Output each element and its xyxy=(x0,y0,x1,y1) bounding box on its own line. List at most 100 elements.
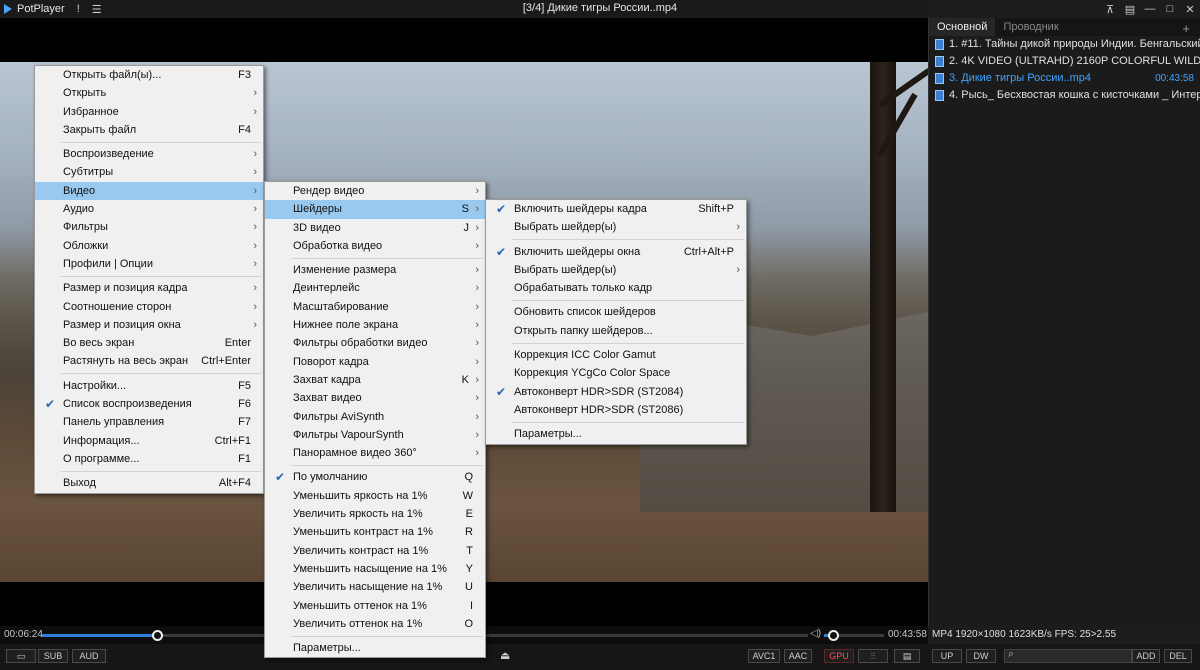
menu-item-label: Воспроизведение xyxy=(63,148,154,161)
menu-item[interactable]: Видео › xyxy=(35,181,263,201)
title-bar: PotPlayer ! ☰ xyxy=(0,0,928,18)
menu-item-label: Обложки xyxy=(63,239,109,252)
menu-item-label: Выход xyxy=(63,477,96,490)
video-menu-item[interactable]: Уменьшить яркость на 1% W xyxy=(265,487,485,505)
shader-menu-item[interactable]: ✔ Автоконверт HDR>SDR (ST2084) xyxy=(486,383,746,401)
sub-button[interactable]: SUB xyxy=(38,649,68,663)
dw-button[interactable]: DW xyxy=(966,649,996,663)
shader-menu-item[interactable]: Обновить список шейдеров xyxy=(486,303,746,321)
video-menu-item[interactable]: Фильтры обработки видео › xyxy=(265,334,485,352)
video-menu-item[interactable]: Увеличить насыщение на 1% U xyxy=(265,578,485,596)
shader-menu-item[interactable]: Обрабатывать только кадр xyxy=(486,279,746,297)
shader-menu-item[interactable]: Коррекция ICC Color Gamut xyxy=(486,346,746,364)
menu-item-label: Настройки... xyxy=(63,379,127,392)
menu-item[interactable]: Закрыть файл F4 xyxy=(35,121,263,139)
shader-menu-item[interactable]: Коррекция YCgCo Color Space xyxy=(486,364,746,382)
menu-item[interactable]: Информация... Ctrl+F1 xyxy=(35,432,263,450)
video-menu-item[interactable]: Уменьшить контраст на 1% R xyxy=(265,523,485,541)
playlist-item[interactable]: 1. #11. Тайны дикой природы Индии. Бенга… xyxy=(929,36,1200,53)
video-menu-item[interactable]: Уменьшить оттенок на 1% I xyxy=(265,597,485,615)
video-menu-item[interactable]: Увеличить контраст на 1% T xyxy=(265,542,485,560)
video-menu-item[interactable]: Увеличить яркость на 1% E xyxy=(265,505,485,523)
playlist-search-input[interactable] xyxy=(1004,649,1132,663)
menu-item[interactable]: Открыть › xyxy=(35,84,263,102)
shader-menu-item[interactable]: ✔ Включить шейдеры кадра Shift+P xyxy=(486,200,746,218)
shader-menu-item[interactable]: Выбрать шейдер(ы) › xyxy=(486,261,746,279)
app-logo[interactable]: PotPlayer xyxy=(4,3,65,15)
shader-menu-item[interactable]: Параметры... xyxy=(486,425,746,443)
menu-item[interactable]: Профили | Опции › xyxy=(35,255,263,273)
video-menu-item[interactable]: Захват кадра K › xyxy=(265,371,485,389)
video-menu-item[interactable]: Рендер видео › xyxy=(265,182,485,200)
playlist-item[interactable]: 3. Дикие тигры России..mp4 00:43:58 xyxy=(929,70,1200,87)
video-menu-item[interactable]: Нижнее поле экрана › xyxy=(265,316,485,334)
shader-menu-item[interactable]: Выбрать шейдер(ы) › xyxy=(486,218,746,236)
menu-item[interactable]: Выход Alt+F4 xyxy=(35,474,263,492)
video-menu-item[interactable]: Панорамное видео 360° › xyxy=(265,444,485,462)
aac-button[interactable]: AAC xyxy=(784,649,812,663)
playlist-item-label: 1. #11. Тайны дикой природы Индии. Бенга… xyxy=(949,38,1200,50)
volume-slider[interactable] xyxy=(824,630,884,641)
menu-item[interactable]: Открыть файл(ы)... F3 xyxy=(35,66,263,84)
screen-mode-button[interactable]: ▭ xyxy=(6,649,36,663)
video-menu-item[interactable]: Увеличить оттенок на 1% O xyxy=(265,615,485,633)
menu-item[interactable]: Воспроизведение › xyxy=(35,145,263,163)
video-menu-item[interactable]: Обработка видео › xyxy=(265,237,485,255)
volume-knob[interactable] xyxy=(828,630,839,641)
avc-button[interactable]: AVC1 xyxy=(748,649,780,663)
volume-icon[interactable]: ◁) xyxy=(810,628,821,639)
seek-knob[interactable] xyxy=(151,630,163,641)
maximize-icon[interactable]: □ xyxy=(1160,3,1180,15)
menu-item[interactable]: Избранное › xyxy=(35,103,263,121)
add-button[interactable]: ADD xyxy=(1132,649,1160,663)
shader-menu-item[interactable]: Открыть папку шейдеров... xyxy=(486,322,746,340)
menu-item[interactable]: Аудио › xyxy=(35,200,263,218)
menu-item[interactable]: Фильтры › xyxy=(35,218,263,236)
up-button[interactable]: UP xyxy=(932,649,962,663)
shader-menu-item[interactable]: Автоконверт HDR>SDR (ST2086) xyxy=(486,401,746,419)
menu-item[interactable]: Обложки › xyxy=(35,237,263,255)
tab-explorer[interactable]: Проводник xyxy=(995,18,1066,36)
menu-item[interactable]: Растянуть на весь экран Ctrl+Enter xyxy=(35,352,263,370)
video-menu-item[interactable]: Масштабирование › xyxy=(265,298,485,316)
add-tab-button[interactable]: + xyxy=(1182,21,1190,36)
menu-item[interactable]: О программе... F1 xyxy=(35,450,263,468)
menu-item[interactable]: ✔ Список воспроизведения F6 xyxy=(35,395,263,413)
playlist-item[interactable]: 2. 4K VIDEO (ULTRAHD) 2160P COLORFUL WIL… xyxy=(929,53,1200,70)
video-menu-item[interactable]: Шейдеры S › xyxy=(265,200,485,219)
tray-icon[interactable]: ▤ xyxy=(1120,3,1140,16)
shader-menu-item[interactable]: ✔ Включить шейдеры окна Ctrl+Alt+P xyxy=(486,243,746,261)
video-menu-item[interactable]: Параметры... xyxy=(265,639,485,657)
pin-icon[interactable]: ⊼ xyxy=(1100,3,1120,16)
gpu-button[interactable]: GPU xyxy=(824,649,854,663)
menu-item[interactable]: Размер и позиция окна › xyxy=(35,316,263,334)
minimize-icon[interactable]: — xyxy=(1140,3,1160,15)
video-menu-item[interactable]: Поворот кадра › xyxy=(265,353,485,371)
menu-item[interactable]: Настройки... F5 xyxy=(35,377,263,395)
video-menu-item[interactable]: Изменение размера › xyxy=(265,261,485,279)
video-menu-item[interactable]: Захват видео › xyxy=(265,389,485,407)
video-menu-item[interactable]: Деинтерлейс › xyxy=(265,279,485,297)
playlist-toggle-button[interactable]: ▤ xyxy=(894,649,920,663)
tab-main[interactable]: Основной xyxy=(929,18,996,36)
pin-icon[interactable]: ! xyxy=(77,3,80,15)
close-icon[interactable]: ✕ xyxy=(1180,3,1200,16)
menu-item[interactable]: Панель управления F7 xyxy=(35,413,263,431)
video-menu-item[interactable]: Фильтры VapourSynth › xyxy=(265,426,485,444)
playlist-item[interactable]: 4. Рысь_ Бесхвостая кошка с кисточками _… xyxy=(929,87,1200,104)
del-button[interactable]: DEL xyxy=(1164,649,1192,663)
menu-item-label: Размер и позиция кадра xyxy=(63,282,188,295)
video-menu-item[interactable]: Уменьшить насыщение на 1% Y xyxy=(265,560,485,578)
menu-item[interactable]: Соотношение сторон › xyxy=(35,298,263,316)
menu-item[interactable]: Субтитры › xyxy=(35,163,263,181)
menu-item[interactable]: Во весь экран Enter xyxy=(35,334,263,352)
menu-item-label: Аудио xyxy=(63,203,95,216)
menu-lines-icon[interactable]: ☰ xyxy=(92,3,102,16)
menu-item[interactable]: Размер и позиция кадра › xyxy=(35,279,263,297)
eject-icon[interactable]: ⏏ xyxy=(500,649,510,662)
video-menu-item[interactable]: Фильтры AviSynth › xyxy=(265,408,485,426)
video-menu-item[interactable]: ✔ По умолчанию Q xyxy=(265,468,485,486)
video-menu-item[interactable]: 3D видео J › xyxy=(265,219,485,237)
equalizer-button[interactable]: ⫶⫶ xyxy=(858,649,888,663)
aud-button[interactable]: AUD xyxy=(72,649,106,663)
